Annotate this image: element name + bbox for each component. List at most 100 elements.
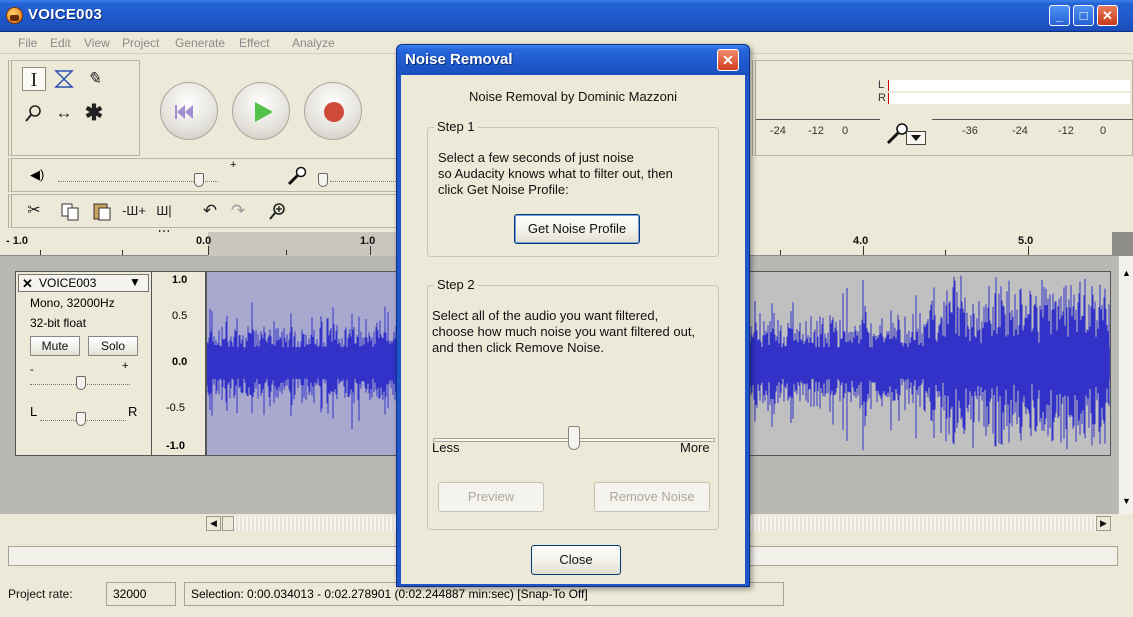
- record-meter-dropdown-icon[interactable]: [906, 131, 926, 145]
- envelope-tool-icon[interactable]: [52, 67, 76, 91]
- track-sample-format: 32-bit float: [30, 316, 87, 330]
- tools-toolbar: I ✎ ↔ ✱: [8, 60, 140, 156]
- preview-button[interactable]: Preview: [438, 482, 544, 512]
- hscroll-thumb[interactable]: [222, 516, 234, 531]
- step2-line3: and then click Remove Noise.: [432, 340, 604, 355]
- edit-toolbar: ✂ -Ш+ Ш|Ш ↶ ↷: [8, 194, 398, 242]
- timeshift-tool-icon[interactable]: ↔: [52, 101, 76, 125]
- dialog-credit: Noise Removal by Dominic Mazzoni: [468, 89, 678, 104]
- menu-edit[interactable]: Edit: [50, 36, 71, 50]
- minimize-button[interactable]: _: [1049, 5, 1070, 26]
- more-label: More: [680, 440, 710, 455]
- play-scale-0: 0: [842, 125, 849, 137]
- record-icon: [324, 102, 344, 122]
- output-volume-plus: +: [230, 159, 237, 171]
- ruler-end-block: [1112, 232, 1133, 256]
- input-volume-track: [330, 181, 402, 182]
- ruler-label-5: 5.0: [1018, 235, 1034, 247]
- menu-project[interactable]: Project: [122, 36, 159, 50]
- project-rate-value: 32000: [113, 587, 147, 601]
- noise-removal-dialog: Noise Removal ✕ Noise Removal by Dominic…: [396, 44, 750, 587]
- draw-tool-icon[interactable]: ✎: [82, 67, 106, 91]
- scale-0: 0.0: [172, 356, 188, 368]
- record-scale-24: -24: [1012, 125, 1028, 137]
- vertical-scrollbar[interactable]: ▲ ▼: [1118, 256, 1133, 514]
- skip-start-icon: [175, 105, 193, 119]
- step2-label: Step 2: [434, 277, 478, 292]
- track-close-icon[interactable]: ✕: [22, 276, 33, 292]
- gain-plus-label: +: [122, 360, 129, 372]
- record-scale-0: 0: [1100, 125, 1107, 137]
- track-name-bar[interactable]: ✕ VOICE003 ▼: [18, 274, 149, 292]
- dialog-title: Noise Removal: [405, 51, 513, 68]
- record-scale-36: -36: [962, 125, 978, 137]
- multi-tool-icon[interactable]: ✱: [82, 101, 106, 125]
- skip-to-start-button[interactable]: [160, 82, 218, 140]
- solo-button[interactable]: Solo: [88, 336, 138, 356]
- pan-slider[interactable]: [76, 412, 86, 426]
- ruler-label-minus1: - 1.0: [6, 235, 29, 247]
- ruler-label-0: 0.0: [196, 235, 212, 247]
- close-button[interactable]: Close: [531, 545, 621, 575]
- meter-toolbar: L R -24 -12 0 -36 -24 -12 0: [752, 60, 1133, 156]
- scale-minus-1: -1.0: [166, 440, 185, 452]
- gain-slider[interactable]: [76, 376, 86, 390]
- paste-icon[interactable]: [90, 199, 114, 223]
- track-menu-dropdown-icon[interactable]: ▼: [129, 275, 141, 289]
- copy-icon[interactable]: [58, 199, 82, 223]
- zoom-in-icon[interactable]: [266, 199, 290, 223]
- get-noise-profile-button[interactable]: Get Noise Profile: [514, 214, 640, 244]
- track-name: VOICE003: [39, 276, 97, 290]
- step1-group: Step 1 Select a few seconds of just nois…: [427, 119, 719, 257]
- audacity-app-icon: [6, 7, 23, 24]
- noise-level-slider[interactable]: [568, 426, 580, 450]
- output-volume-slider[interactable]: [194, 173, 204, 187]
- step1-label: Step 1: [434, 119, 478, 134]
- zoom-tool-icon[interactable]: [22, 101, 46, 125]
- remove-noise-button[interactable]: Remove Noise: [594, 482, 710, 512]
- selection-text: Selection: 0:00.034013 - 0:02.278901 (0:…: [191, 587, 588, 601]
- project-rate-field[interactable]: 32000: [106, 582, 176, 606]
- maximize-button[interactable]: □: [1073, 5, 1094, 26]
- scale-0-5: 0.5: [172, 310, 188, 322]
- project-rate-label: Project rate:: [8, 587, 73, 601]
- meter-left-label: L: [878, 79, 885, 91]
- input-volume-slider[interactable]: [318, 173, 328, 187]
- dialog-titlebar[interactable]: Noise Removal ✕: [397, 45, 749, 75]
- selection-tool-icon[interactable]: I: [22, 67, 46, 91]
- record-scale-12: -12: [1058, 125, 1074, 137]
- amplitude-scale: 1.0 0.5 0.0 -0.5 -1.0: [152, 271, 206, 456]
- menu-analyze[interactable]: Analyze: [292, 36, 335, 50]
- undo-icon[interactable]: ↶: [198, 199, 222, 223]
- step2-line1: Select all of the audio you want filtere…: [432, 308, 659, 323]
- close-window-button[interactable]: ✕: [1097, 5, 1118, 26]
- scroll-down-icon[interactable]: ▼: [1122, 496, 1131, 506]
- right-meter-bar: [888, 93, 1130, 104]
- redo-icon[interactable]: ↷: [226, 199, 250, 223]
- dialog-body: Noise Removal by Dominic Mazzoni Step 1 …: [401, 75, 745, 584]
- menu-effect[interactable]: Effect: [239, 36, 269, 50]
- microphone-icon: [884, 121, 908, 145]
- track-control-panel: ✕ VOICE003 ▼ Mono, 32000Hz 32-bit float …: [15, 271, 152, 456]
- mute-button[interactable]: Mute: [30, 336, 80, 356]
- play-scale-24: -24: [770, 125, 786, 137]
- record-button[interactable]: [304, 82, 362, 140]
- track-format: Mono, 32000Hz: [30, 296, 115, 310]
- menu-generate[interactable]: Generate: [175, 36, 225, 50]
- scroll-up-icon[interactable]: ▲: [1122, 268, 1131, 278]
- step2-line2: choose how much noise you want filtered …: [432, 324, 696, 339]
- silence-icon[interactable]: Ш|Ш: [152, 199, 176, 242]
- trim-icon[interactable]: -Ш+: [122, 199, 146, 223]
- menu-view[interactable]: View: [84, 36, 110, 50]
- main-titlebar[interactable]: VOICE003 _ □ ✕: [0, 0, 1133, 32]
- left-meter-bar: [888, 80, 1130, 91]
- play-button[interactable]: [232, 82, 290, 140]
- play-icon: [255, 102, 273, 122]
- scroll-left-icon[interactable]: ◀: [206, 516, 221, 531]
- step1-line2: so Audacity knows what to filter out, th…: [438, 166, 673, 181]
- scroll-right-icon[interactable]: ▶: [1096, 516, 1111, 531]
- dialog-close-icon[interactable]: ✕: [717, 49, 739, 71]
- menu-file[interactable]: File: [18, 36, 37, 50]
- step1-line3: click Get Noise Profile:: [438, 182, 569, 197]
- cut-icon[interactable]: ✂: [22, 199, 46, 223]
